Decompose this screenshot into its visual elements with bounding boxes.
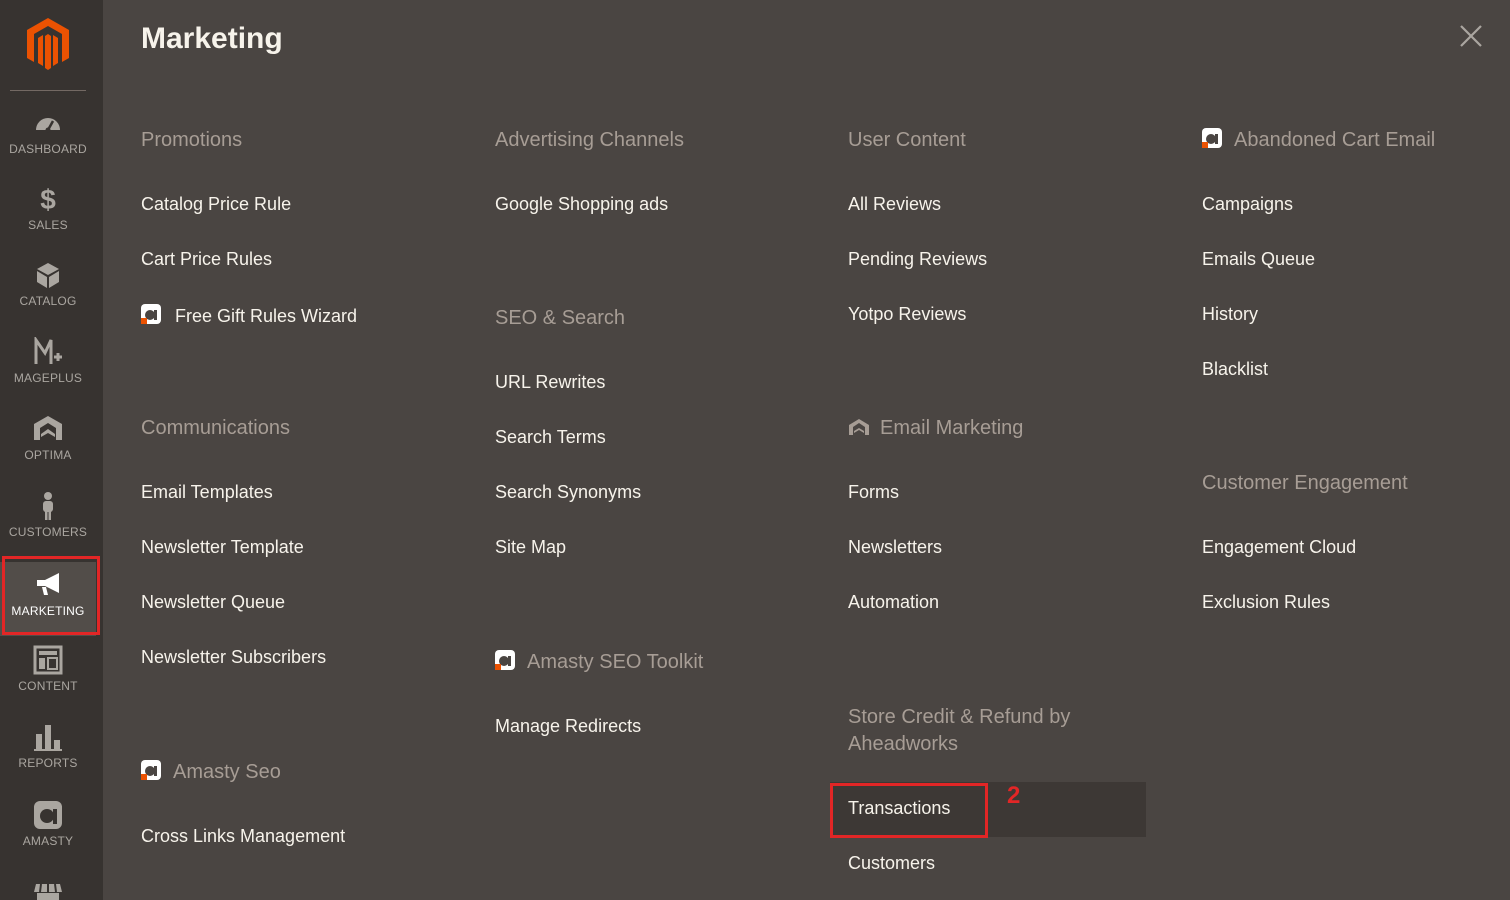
nav-label: CONTENT xyxy=(18,679,78,693)
section-title-communications: Communications xyxy=(141,417,290,439)
nav-label: CUSTOMERS xyxy=(8,525,88,539)
mageplus-icon xyxy=(34,337,62,364)
link-free-gift-rules-wizard[interactable]: Free Gift Rules Wizard xyxy=(141,304,357,327)
marketing-flyout: Marketing Promotions Catalog Price Rule … xyxy=(103,0,1510,900)
optima-icon xyxy=(34,416,62,440)
dashboard-icon xyxy=(36,118,60,133)
amasty-icon xyxy=(495,650,515,670)
section-title-line: Store Credit & Refund by xyxy=(848,706,1071,728)
annotation-marker-2: 2 xyxy=(1007,782,1021,809)
link-catalog-price-rule[interactable]: Catalog Price Rule xyxy=(141,194,291,215)
link-cart-price-rules[interactable]: Cart Price Rules xyxy=(141,249,272,270)
annotation-box-marketing xyxy=(2,556,100,635)
section-title-advertising-channels: Advertising Channels xyxy=(495,129,684,151)
section-title-text: Amasty Seo xyxy=(173,761,281,783)
amasty-icon xyxy=(141,760,161,780)
link-search-synonyms[interactable]: Search Synonyms xyxy=(495,482,641,503)
person-icon xyxy=(43,492,53,520)
link-exclusion-rules[interactable]: Exclusion Rules xyxy=(1202,592,1330,613)
section-title-amasty-seo-toolkit: Amasty SEO Toolkit xyxy=(495,649,703,676)
svg-text:$: $ xyxy=(40,184,56,214)
link-pending-reviews[interactable]: Pending Reviews xyxy=(848,249,987,270)
section-title-amasty-seo: Amasty Seo xyxy=(141,759,281,786)
nav-label: OPTIMA xyxy=(24,448,72,462)
link-all-reviews[interactable]: All Reviews xyxy=(848,194,941,215)
admin-sidebar: DASHBOARD $ SALES CATALOG MAGEPLUS OPTIM… xyxy=(0,0,103,900)
close-icon[interactable] xyxy=(1457,22,1485,50)
link-manage-redirects[interactable]: Manage Redirects xyxy=(495,716,641,737)
nav-label: CATALOG xyxy=(19,294,77,308)
link-customers[interactable]: Customers xyxy=(848,853,935,874)
link-history[interactable]: History xyxy=(1202,304,1258,325)
link-newsletter-queue[interactable]: Newsletter Queue xyxy=(141,592,285,613)
nav-content[interactable]: CONTENT xyxy=(0,645,96,719)
nav-label: AMASTY xyxy=(22,834,74,848)
panel-title: Marketing xyxy=(141,22,283,55)
link-campaigns[interactable]: Campaigns xyxy=(1202,194,1293,215)
amasty-icon xyxy=(34,801,62,829)
link-cross-links-management[interactable]: Cross Links Management xyxy=(141,826,345,847)
section-title-customer-engagement: Customer Engagement xyxy=(1202,472,1408,494)
section-title-seo-search: SEO & Search xyxy=(495,307,626,329)
store-icon[interactable] xyxy=(33,880,63,900)
nav-reports[interactable]: REPORTS xyxy=(0,722,96,796)
nav-label: MAGEPLUS xyxy=(13,371,83,385)
nav-amasty[interactable]: AMASTY xyxy=(0,800,96,874)
logo-divider xyxy=(10,90,86,91)
amasty-icon xyxy=(1202,128,1222,148)
section-title-email-marketing: Email Marketing xyxy=(848,415,1023,442)
nav-mageplus[interactable]: MAGEPLUS xyxy=(0,337,96,411)
content-icon xyxy=(33,645,63,675)
link-label: Free Gift Rules Wizard xyxy=(175,306,358,326)
link-engagement-cloud[interactable]: Engagement Cloud xyxy=(1202,537,1356,558)
link-google-shopping-ads[interactable]: Google Shopping ads xyxy=(495,194,668,215)
amasty-icon xyxy=(141,304,161,324)
nav-label: REPORTS xyxy=(18,756,78,770)
link-url-rewrites[interactable]: URL Rewrites xyxy=(495,372,605,393)
link-forms[interactable]: Forms xyxy=(848,482,899,503)
link-site-map[interactable]: Site Map xyxy=(495,537,566,558)
optima-icon xyxy=(849,419,869,435)
link-yotpo-reviews[interactable]: Yotpo Reviews xyxy=(848,304,966,325)
section-title-promotions: Promotions xyxy=(141,129,243,151)
section-title-text: Email Marketing xyxy=(880,417,1024,439)
magento-logo-icon[interactable] xyxy=(24,16,72,72)
nav-customers[interactable]: CUSTOMERS xyxy=(0,491,96,565)
link-emails-queue[interactable]: Emails Queue xyxy=(1202,249,1315,270)
section-title-user-content: User Content xyxy=(848,129,966,151)
dollar-icon: $ xyxy=(40,184,56,214)
link-newsletters[interactable]: Newsletters xyxy=(848,537,942,558)
nav-optima[interactable]: OPTIMA xyxy=(0,414,96,488)
box-icon xyxy=(37,263,59,288)
bar-chart-icon xyxy=(34,725,62,751)
nav-sales[interactable]: $ SALES xyxy=(0,184,96,258)
link-newsletter-template[interactable]: Newsletter Template xyxy=(141,537,304,558)
nav-catalog[interactable]: CATALOG xyxy=(0,260,96,334)
nav-label: SALES xyxy=(28,218,68,232)
section-title-line: Aheadworks xyxy=(848,733,959,755)
section-title-text: Abandoned Cart Email xyxy=(1234,129,1436,151)
link-automation[interactable]: Automation xyxy=(848,592,939,613)
nav-dashboard[interactable]: DASHBOARD xyxy=(0,108,96,182)
nav-label: DASHBOARD xyxy=(9,142,87,156)
link-newsletter-subscribers[interactable]: Newsletter Subscribers xyxy=(141,647,326,668)
section-title-abandoned-cart-email: Abandoned Cart Email xyxy=(1202,127,1435,154)
annotation-box-transactions xyxy=(830,783,988,838)
section-title-text: Amasty SEO Toolkit xyxy=(527,651,704,673)
link-blacklist[interactable]: Blacklist xyxy=(1202,359,1268,380)
link-search-terms[interactable]: Search Terms xyxy=(495,427,606,448)
section-title-store-credit: Store Credit & Refund by Aheadworks xyxy=(848,704,1070,758)
link-email-templates[interactable]: Email Templates xyxy=(141,482,273,503)
